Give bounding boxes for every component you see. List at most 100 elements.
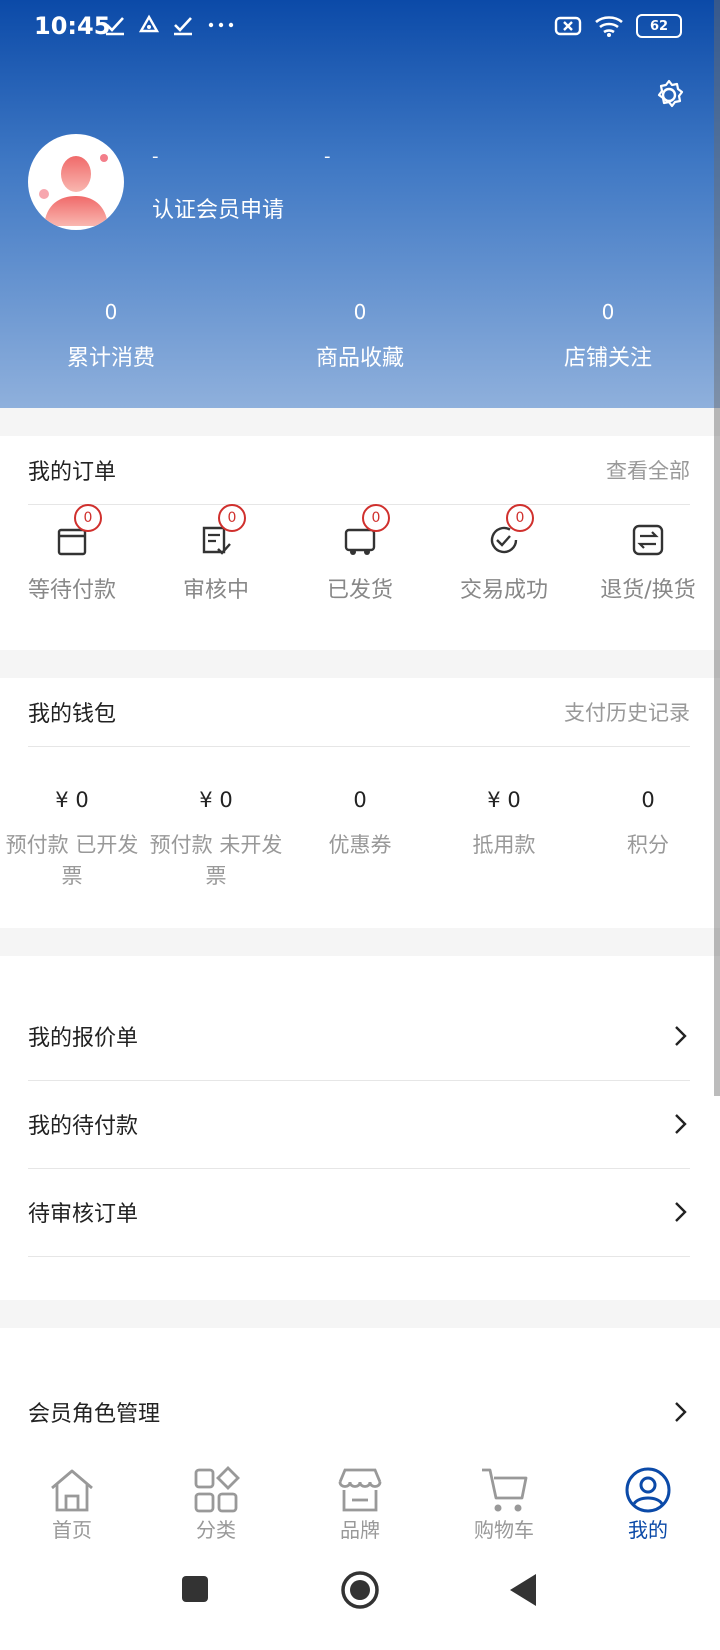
stat-value: 0 (104, 300, 118, 324)
tab-category[interactable]: 分类 (156, 1466, 276, 1543)
stat-value: 0 (601, 300, 615, 324)
order-count-badge: 0 (74, 504, 102, 532)
chevron-right-icon (675, 1202, 687, 1222)
order-count-badge: 0 (218, 504, 246, 532)
status-bar: 10:45 62 (0, 0, 720, 56)
status-time: 10:45 (34, 12, 111, 40)
member-name: - (152, 146, 159, 167)
menu-item-pending-payment[interactable]: 我的待付款 (28, 1080, 690, 1169)
system-nav-bar (0, 1556, 720, 1650)
certify-member-link[interactable]: 认证会员申请 (152, 192, 284, 224)
menu-item-my-quotes[interactable]: 我的报价单 (28, 992, 690, 1081)
wallet-label: 优惠券 (328, 833, 392, 857)
tab-mine[interactable]: 我的 (588, 1466, 708, 1543)
stat-store-follow[interactable]: 0 店铺关注 (508, 300, 708, 372)
status-left-icons (104, 14, 236, 36)
user-icon (625, 1467, 671, 1513)
wallet-coupons[interactable]: 0 优惠券 (288, 788, 432, 861)
order-completed[interactable]: 0 交易成功 (432, 504, 576, 604)
avatar[interactable] (28, 134, 124, 230)
tab-label: 购物车 (474, 1518, 534, 1542)
stat-value: 0 (353, 300, 367, 324)
wallet-card: 我的钱包 支付历史记录 ¥ 0 预付款 已开发票 ¥ 0 预付款 未开发票 0 … (0, 678, 720, 928)
wallet-points[interactable]: 0 积分 (576, 788, 720, 861)
wallet-value: ¥ 0 (55, 788, 89, 812)
chevron-right-icon (675, 1114, 687, 1134)
wallet-value: 0 (641, 788, 655, 812)
chevron-right-icon (675, 1026, 687, 1046)
member-level: - (324, 146, 331, 167)
order-count-badge: 0 (362, 504, 390, 532)
order-label: 等待付款 (27, 578, 116, 603)
order-count-badge: 0 (506, 504, 534, 532)
battery-indicator: 62 (636, 14, 682, 38)
stat-label: 店铺关注 (563, 346, 652, 371)
drive-icon (138, 14, 160, 33)
back-button-icon[interactable] (508, 1572, 538, 1608)
avatar-person-icon (39, 154, 108, 226)
sim-off-icon (554, 16, 582, 36)
wallet-prepaid-invoiced[interactable]: ¥ 0 预付款 已开发票 (0, 788, 144, 892)
order-label: 审核中 (182, 578, 249, 603)
tab-cart[interactable]: 购物车 (444, 1466, 564, 1543)
stat-label: 累计消费 (66, 346, 155, 371)
profile-header: 10:45 62 - - 认证会员申请 0 累计消费 0 商品收藏 0 店铺关注 (0, 0, 720, 408)
orders-header: 我的订单 查看全部 (28, 436, 690, 505)
tab-label: 分类 (196, 1518, 236, 1542)
status-right-icons: 62 (554, 14, 682, 38)
bottom-tab-bar: 首页 分类 品牌 购物车 我的 (0, 1456, 720, 1556)
tab-label: 品牌 (340, 1518, 380, 1542)
cart-icon (482, 1468, 528, 1512)
chevron-right-icon (675, 1402, 687, 1422)
wallet-value: 0 (353, 788, 367, 812)
view-all-orders-link[interactable]: 查看全部 (606, 455, 690, 485)
tab-home[interactable]: 首页 (12, 1466, 132, 1543)
wallet-label: 预付款 未开发票 (149, 833, 283, 888)
order-under-review[interactable]: 0 审核中 (144, 504, 288, 604)
stat-label: 商品收藏 (315, 346, 404, 371)
order-label: 已发货 (326, 578, 393, 603)
menu-item-label: 我的报价单 (28, 1026, 139, 1051)
home-button-icon[interactable] (340, 1570, 380, 1610)
wallet-value: ¥ 0 (199, 788, 233, 812)
wallet-value: ¥ 0 (487, 788, 521, 812)
wallet-title: 我的钱包 (28, 702, 117, 727)
tab-brand[interactable]: 品牌 (300, 1466, 420, 1543)
check-icon (106, 17, 124, 36)
payment-history-link[interactable]: 支付历史记录 (564, 697, 690, 727)
order-label: 退货/换货 (600, 578, 696, 603)
home-icon (51, 1469, 93, 1512)
settings-gear-icon[interactable] (652, 78, 686, 112)
menu-item-pending-review-orders[interactable]: 待审核订单 (28, 1168, 690, 1257)
order-label: 交易成功 (459, 578, 548, 603)
menu-item-label: 待审核订单 (28, 1202, 139, 1227)
wifi-icon (595, 16, 623, 37)
menu-item-label: 会员角色管理 (28, 1402, 161, 1427)
store-icon (338, 1468, 382, 1512)
order-shipped[interactable]: 0 已发货 (288, 504, 432, 604)
menu-group-members: 会员角色管理 (0, 1328, 720, 1457)
stat-total-spend[interactable]: 0 累计消费 (11, 300, 211, 372)
wallet-header: 我的钱包 支付历史记录 (28, 678, 690, 747)
order-return-exchange[interactable]: 退货/换货 (576, 520, 720, 604)
tab-label: 首页 (52, 1518, 92, 1542)
wallet-label: 预付款 已开发票 (5, 833, 139, 888)
wallet-prepaid-uninvoiced[interactable]: ¥ 0 预付款 未开发票 (144, 788, 288, 892)
menu-item-member-role[interactable]: 会员角色管理 (28, 1368, 690, 1457)
scrollbar[interactable] (714, 0, 720, 1096)
orders-title: 我的订单 (28, 460, 117, 485)
category-icon (194, 1466, 240, 1513)
menu-group-orders: 我的报价单 我的待付款 待审核订单 (0, 956, 720, 1300)
more-icon (208, 22, 234, 28)
wallet-label: 抵用款 (472, 833, 536, 857)
recent-apps-icon[interactable] (180, 1574, 210, 1604)
exchange-icon (632, 524, 664, 556)
stat-favorites[interactable]: 0 商品收藏 (260, 300, 460, 372)
check-icon (174, 17, 192, 36)
orders-card: 我的订单 查看全部 0 等待付款 0 审核中 0 已发货 0 交易成功 退货/换… (0, 436, 720, 650)
wallet-label: 积分 (627, 833, 669, 857)
order-pending-payment[interactable]: 0 等待付款 (0, 504, 144, 604)
menu-item-label: 我的待付款 (28, 1114, 139, 1139)
tab-label: 我的 (628, 1518, 668, 1542)
wallet-voucher-credit[interactable]: ¥ 0 抵用款 (432, 788, 576, 861)
